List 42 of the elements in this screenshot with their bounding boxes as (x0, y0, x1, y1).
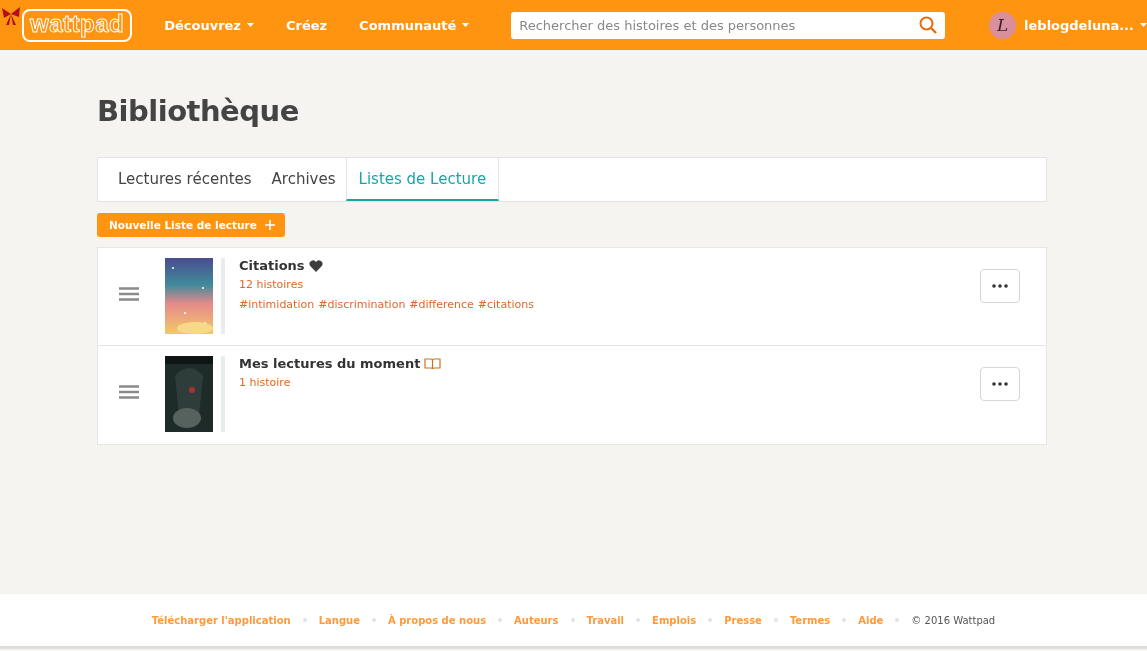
footer-link[interactable]: Auteurs (514, 614, 559, 626)
user-menu[interactable]: leblogdeluna... (1024, 17, 1147, 33)
tag-link[interactable]: #discrimination (318, 298, 406, 311)
footer-link[interactable]: Emplois (652, 614, 697, 626)
copyright: © 2016 Wattpad (911, 614, 996, 626)
footer-link[interactable]: À propos de nous (387, 614, 487, 626)
tab[interactable]: Archives (261, 158, 346, 201)
book-icon (424, 357, 442, 370)
tag-link[interactable]: #citations (477, 298, 534, 311)
tag-link[interactable]: #intimidation (239, 298, 315, 311)
search-icon[interactable] (919, 15, 938, 34)
more-button[interactable] (980, 269, 1020, 303)
story-count: 1 histoire (239, 376, 292, 389)
page-title: Bibliothèque (97, 94, 300, 128)
tab[interactable]: Lectures récentes (108, 158, 262, 201)
tag-link[interactable]: #difference (409, 298, 474, 311)
more-icon (992, 284, 1008, 288)
plus-icon (264, 220, 275, 230)
drag-handle-icon[interactable] (119, 385, 139, 399)
new-list-button[interactable]: Nouvelle Liste de lecture (97, 213, 285, 237)
footer-link[interactable]: Télécharger l'application (151, 614, 291, 626)
footer-link[interactable]: Termes (789, 614, 831, 626)
tab[interactable]: Listes de Lecture (345, 158, 500, 201)
heart-icon (308, 259, 323, 272)
drag-handle-icon[interactable] (119, 287, 139, 301)
footer-link[interactable]: Aide (858, 614, 884, 626)
footer-link[interactable]: Presse (724, 614, 762, 626)
footer-link[interactable]: Langue (318, 614, 360, 626)
logo[interactable]: wattpad (22, 8, 133, 42)
search-field[interactable]: Rechercher des histoires et des personnes (511, 11, 946, 39)
nav-link[interactable]: Créez (285, 17, 328, 33)
footer-link[interactable]: Travail (586, 614, 625, 626)
nav-link[interactable]: Découvrez (164, 17, 254, 33)
caret-icon (1140, 23, 1147, 27)
more-button[interactable] (980, 367, 1020, 401)
more-icon (992, 382, 1008, 386)
list-title[interactable]: Mes lectures du moment (239, 356, 421, 371)
story-count: 12 histoires (239, 278, 305, 291)
bow-icon (0, 4, 22, 26)
nav-link[interactable]: Communauté (359, 17, 470, 33)
list-title[interactable]: Citations (239, 258, 305, 273)
avatar[interactable]: L (989, 11, 1017, 39)
